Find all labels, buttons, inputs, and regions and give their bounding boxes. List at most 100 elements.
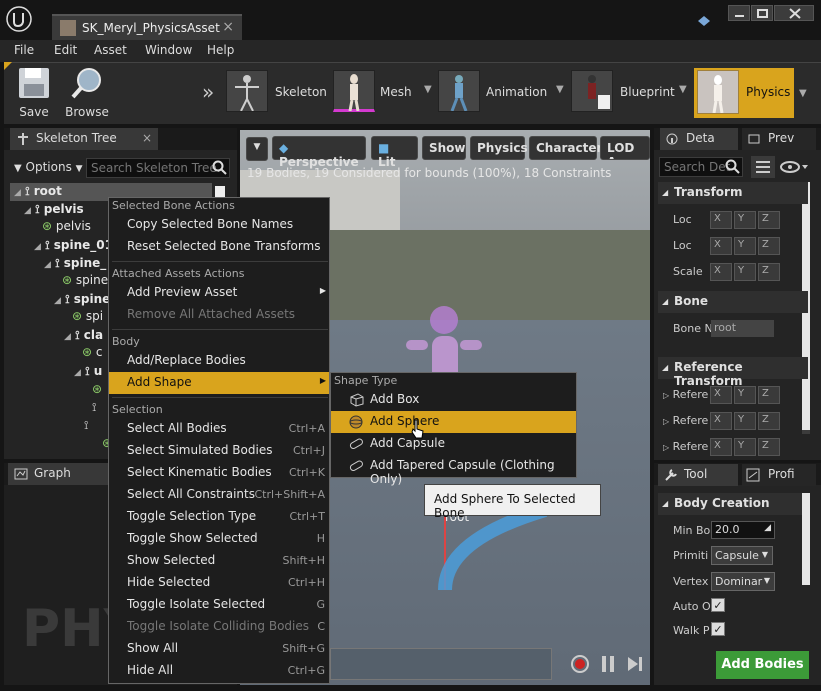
select-simulated-bodies-item[interactable]: Select Simulated Bodies Ctrl+J [109,440,329,462]
browse-button[interactable]: Browse [62,66,112,119]
tree-row-clavicle-body[interactable]: ⊛ c [82,345,103,359]
skeleton-tree-close-icon[interactable]: × [142,131,152,145]
ref-3-z-field[interactable]: Z [758,438,780,456]
timeline-bar[interactable] [330,648,552,680]
lod-button[interactable]: LOD Au [600,136,650,160]
ref-2-z-field[interactable]: Z [758,412,780,430]
skeleton-tree-search-input[interactable] [86,158,230,178]
add-tapered-capsule-item[interactable]: Add Tapered Capsule (Clothing Only) [331,455,576,486]
reference-row-2-label[interactable]: ▷ Refere [663,414,708,427]
ref-1-y-field[interactable]: Y [734,386,756,404]
ref-2-y-field[interactable]: Y [734,412,756,430]
menu-asset[interactable]: Asset [94,43,127,57]
tree-row-spine-03[interactable]: ◢ ⟟ spine [54,292,110,307]
location-y-field[interactable]: Y [734,211,756,229]
mode-blueprint[interactable]: Blueprint ▼ [571,70,689,118]
show-button[interactable]: Show [422,136,466,160]
physics-button[interactable]: Physics [470,136,528,160]
ref-2-x-field[interactable]: X [710,412,732,430]
walk-past-small-checkbox[interactable]: ✓ [711,622,725,636]
tree-row-spine-01[interactable]: ◢ ⟟ spine_01 [34,238,113,253]
copy-selected-bone-names-item[interactable]: Copy Selected Bone Names [109,214,329,236]
location-x-field[interactable]: X [710,211,732,229]
transform-category[interactable]: ◢ Transform [658,182,808,204]
min-bone-size-field[interactable]: 20.0 ◢ [711,521,775,539]
scale-y-field[interactable]: Y [734,263,756,281]
rotation-y-field[interactable]: Y [734,237,756,255]
pause-icon[interactable] [600,654,616,674]
reference-transform-category[interactable]: ◢ Reference Transform [658,357,808,388]
eye-visibility-icon[interactable] [779,160,809,174]
scale-x-field[interactable]: X [710,263,732,281]
lit-button[interactable]: ■ Lit [371,136,418,169]
body-creation-category[interactable]: ◢ Body Creation [658,493,808,515]
add-box-item[interactable]: Add Box [331,389,576,411]
rotation-x-field[interactable]: X [710,237,732,255]
reference-row-3-label[interactable]: ▷ Refere [663,440,708,453]
select-all-constraints-item[interactable]: Select All Constraints Ctrl+Shift+A [109,484,329,506]
character-button[interactable]: Character [529,136,602,160]
tree-row-root[interactable]: ◢ ⟟ root [14,184,62,199]
ref-1-x-field[interactable]: X [710,386,732,404]
menu-edit[interactable]: Edit [54,43,77,57]
tree-row-clavicle[interactable]: ◢ ⟟ cla [64,328,103,343]
property-matrix-button[interactable] [751,156,775,178]
select-kinematic-bodies-item[interactable]: Select Kinematic Bodies Ctrl+K [109,462,329,484]
add-replace-bodies-item[interactable]: Add/Replace Bodies [109,350,329,372]
add-capsule-item[interactable]: Add Capsule [331,433,576,455]
document-tab[interactable]: SK_Meryl_PhysicsAsset × [52,14,242,40]
mode-mesh[interactable]: Mesh ▼ [333,70,433,118]
close-tab-icon[interactable]: × [222,19,234,35]
minimize-button[interactable] [728,5,750,21]
tree-row-spine-body[interactable]: ⊛ spine [62,273,108,287]
mode-mesh-dropdown-icon[interactable]: ▼ [424,84,432,95]
options-dropdown[interactable]: ▼ Options ▼ [14,160,83,174]
primitive-type-dropdown[interactable]: Capsule ▼ [711,546,773,565]
maximize-button[interactable] [751,5,773,21]
mode-animation[interactable]: Animation ▼ [438,70,564,118]
add-preview-asset-item[interactable]: Add Preview Asset ▶ [109,282,329,304]
toggle-isolate-selected-item[interactable]: Toggle Isolate Selected G [109,594,329,616]
mode-skeleton[interactable]: Skeleton [226,70,327,118]
select-all-bodies-item[interactable]: Select All Bodies Ctrl+A [109,418,329,440]
vertex-weighting-dropdown[interactable]: Dominar ▼ [711,572,775,591]
auto-orient-checkbox[interactable]: ✓ [711,598,725,612]
source-control-icon[interactable] [696,13,712,29]
menu-file[interactable]: File [14,43,34,57]
bone-category[interactable]: ◢ Bone [658,291,808,313]
close-window-button[interactable] [774,5,814,21]
menu-window[interactable]: Window [145,43,192,57]
menu-help[interactable]: Help [207,43,234,57]
hide-selected-item[interactable]: Hide Selected Ctrl+H [109,572,329,594]
tree-row-spi-body[interactable]: ⊛ spi [72,309,103,323]
reset-selected-bone-transforms-item[interactable]: Reset Selected Bone Transforms [109,236,329,258]
tree-row-upperarm[interactable]: ◢ ⟟ u [74,364,102,379]
toggle-selection-type-item[interactable]: Toggle Selection Type Ctrl+T [109,506,329,528]
viewport-options-dropdown[interactable]: ▼ [246,137,268,161]
mode-blueprint-dropdown-icon[interactable]: ▼ [679,84,687,95]
show-all-item[interactable]: Show All Shift+G [109,638,329,660]
add-bodies-button[interactable]: Add Bodies [716,651,809,679]
reference-row-1-label[interactable]: ▷ Refere [663,388,708,401]
ref-1-z-field[interactable]: Z [758,386,780,404]
perspective-button[interactable]: ◆ Perspective [272,136,366,169]
ref-3-y-field[interactable]: Y [734,438,756,456]
add-sphere-item[interactable]: Add Sphere [331,411,576,433]
step-forward-icon[interactable] [625,654,645,674]
toggle-show-selected-item[interactable]: Toggle Show Selected H [109,528,329,550]
location-z-field[interactable]: Z [758,211,780,229]
add-shape-item[interactable]: Add Shape ▶ [109,372,329,394]
record-icon[interactable] [570,654,590,674]
scale-z-field[interactable]: Z [758,263,780,281]
mode-animation-dropdown-icon[interactable]: ▼ [556,84,564,95]
tools-scrollbar[interactable] [802,493,810,585]
tree-row-pelvis[interactable]: ◢ ⟟ pelvis [24,202,84,217]
ref-3-x-field[interactable]: X [710,438,732,456]
skeleton-tree-tab[interactable]: Skeleton Tree × [10,128,158,150]
tree-row-spine-02[interactable]: ◢ ⟟ spine_ [44,256,106,271]
rotation-z-field[interactable]: Z [758,237,780,255]
show-selected-item[interactable]: Show Selected Shift+H [109,550,329,572]
hide-all-item[interactable]: Hide All Ctrl+G [109,660,329,682]
toolbar-overflow-icon[interactable]: » [202,80,214,104]
tree-row-pelvis-body[interactable]: ⊛ pelvis [42,219,91,233]
